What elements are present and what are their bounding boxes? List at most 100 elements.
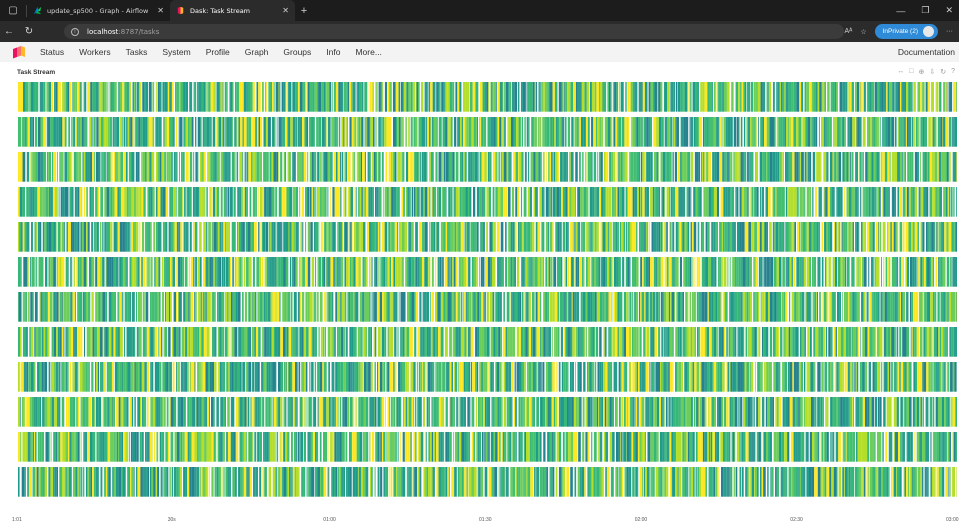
nav-groups[interactable]: Groups [283, 47, 311, 57]
task-bar [520, 187, 523, 217]
task-bar [318, 117, 319, 147]
task-bar [875, 222, 878, 252]
task-bar [433, 222, 436, 252]
task-bar [845, 432, 847, 462]
help-icon[interactable]: ? [951, 68, 955, 76]
reset-icon[interactable]: ↻ [940, 68, 946, 76]
task-bar [106, 187, 110, 217]
task-bar [499, 397, 502, 427]
task-bar [476, 187, 480, 217]
task-bar [779, 222, 781, 252]
wheel-zoom-icon[interactable]: ⊕ [918, 68, 924, 76]
task-bar [365, 397, 369, 427]
task-bar [168, 362, 170, 392]
nav-documentation[interactable]: Documentation [898, 42, 955, 62]
task-bar [193, 362, 195, 392]
task-bar [287, 152, 289, 182]
task-bar [50, 362, 54, 392]
task-bar [685, 117, 689, 147]
task-bar [24, 292, 26, 322]
task-bar [580, 117, 584, 147]
task-bar [811, 82, 814, 112]
task-bar [269, 152, 272, 182]
task-bar [610, 117, 613, 147]
task-bar [266, 327, 270, 357]
task-bar [582, 257, 584, 287]
site-info-icon[interactable]: i [71, 27, 79, 36]
task-bar [423, 152, 425, 182]
dask-logo-icon[interactable] [13, 45, 25, 59]
save-icon[interactable]: ⇩ [929, 68, 935, 76]
task-bar [413, 117, 416, 147]
task-bar [856, 397, 860, 427]
nav-profile[interactable]: Profile [206, 47, 230, 57]
task-bar [531, 152, 534, 182]
pan-icon[interactable]: ↔ [897, 68, 904, 76]
task-bar [320, 327, 323, 357]
task-bar [915, 117, 918, 147]
task-bar [235, 397, 239, 427]
nav-status[interactable]: Status [40, 47, 64, 57]
task-bar [573, 432, 576, 462]
back-icon[interactable]: ← [0, 26, 18, 37]
task-bar [497, 432, 500, 462]
nav-system[interactable]: System [162, 47, 190, 57]
nav-tasks[interactable]: Tasks [126, 47, 148, 57]
task-bar [800, 362, 802, 392]
close-tab-icon[interactable]: ✕ [157, 6, 164, 15]
task-bar [461, 257, 464, 287]
task-bar [416, 362, 419, 392]
url-field[interactable]: i localhost:8787/tasks [64, 24, 844, 39]
nav-graph[interactable]: Graph [245, 47, 269, 57]
task-bar [83, 82, 85, 112]
minimize-icon[interactable]: — [896, 6, 905, 16]
task-bar [328, 292, 330, 322]
task-bar [77, 292, 80, 322]
tab-dask-task-stream[interactable]: Dask: Task Stream ✕ [170, 0, 295, 21]
favorites-icon[interactable]: ☆ [860, 28, 866, 36]
task-bar [889, 152, 891, 182]
task-bar [328, 397, 331, 427]
task-bar [720, 187, 724, 217]
task-bar [389, 257, 392, 287]
task-bar [391, 187, 394, 217]
read-aloud-icon[interactable]: Aᴬ [844, 28, 852, 35]
settings-more-icon[interactable]: ··· [946, 28, 953, 35]
close-tab-icon[interactable]: ✕ [282, 6, 289, 15]
nav-workers[interactable]: Workers [79, 47, 111, 57]
task-bar [418, 432, 421, 462]
task-bar [106, 152, 108, 182]
task-bar [187, 117, 190, 147]
task-bar [291, 397, 293, 427]
nav-info[interactable]: Info [326, 47, 340, 57]
task-bar [486, 222, 488, 252]
inprivate-button[interactable]: InPrivate (2) [874, 24, 938, 39]
dask-favicon-icon [177, 6, 184, 15]
task-bar [945, 292, 947, 322]
task-bar [565, 117, 567, 147]
box-zoom-icon[interactable]: □ [909, 68, 913, 76]
task-stream-plot[interactable]: 1:01 30s 01:00 01:30 02:00 02:30 03:00 [0, 78, 959, 525]
task-bar [507, 187, 511, 217]
task-bar [591, 82, 595, 112]
task-bar [378, 187, 382, 217]
refresh-icon[interactable]: ↻ [20, 26, 38, 37]
task-bar [94, 327, 98, 357]
task-bar [919, 362, 923, 392]
restore-icon[interactable]: ❐ [921, 5, 929, 16]
task-bar [935, 187, 937, 217]
task-bar [548, 82, 550, 112]
task-bar [791, 152, 793, 182]
task-bar [447, 292, 451, 322]
new-tab-icon[interactable]: + [295, 5, 313, 17]
task-bar [516, 117, 519, 147]
tab-actions-icon[interactable]: ▢ [0, 0, 26, 21]
worker-row [18, 397, 957, 427]
task-bar [712, 432, 714, 462]
close-window-icon[interactable]: ✕ [945, 5, 953, 16]
nav-more[interactable]: More... [355, 47, 381, 57]
task-bar [509, 327, 511, 357]
tab-airflow[interactable]: update_sp500 - Graph - Airflow ✕ [27, 0, 170, 21]
task-bar [89, 117, 92, 147]
task-bar [64, 222, 66, 252]
